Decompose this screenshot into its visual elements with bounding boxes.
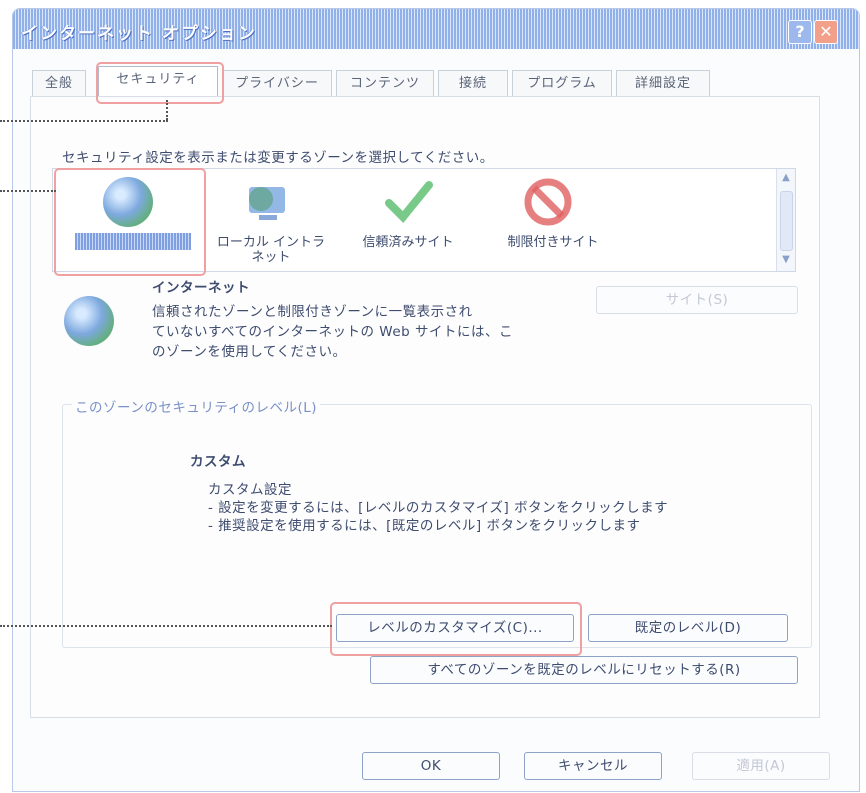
security-level-subheading: カスタム設定 [208,482,292,498]
selected-zone-globe-icon [64,296,114,346]
tab-content[interactable]: コンテンツ [336,70,434,97]
leader-line-customize [0,625,332,627]
scroll-down-icon[interactable]: ▼ [779,254,793,268]
default-level-button[interactable]: 既定のレベル(D) [588,614,788,642]
tab-programs[interactable]: プログラム [512,70,612,97]
scroll-thumb[interactable] [780,191,793,251]
tab-general[interactable]: 全般 [32,70,86,97]
sites-button[interactable]: サイト(S) [596,286,798,314]
apply-button[interactable]: 適用(A) [692,752,830,780]
leader-line-zone [0,190,56,192]
selected-zone-description-line1: 信頼されたゾーンと制限付きゾーンに一覧表示され [152,304,473,320]
tab-advanced[interactable]: 詳細設定 [616,70,710,97]
zone-local-intranet-label: ローカル イントラネット [216,235,326,265]
local-intranet-icon [243,177,293,227]
leader-line-vertical [166,100,168,120]
zone-instruction: セキュリティ設定を表示または変更するゾーンを選択してください。 [62,150,494,166]
tab-security[interactable]: セキュリティ [98,66,218,97]
close-button[interactable]: ✕ [814,20,838,44]
zone-trusted-sites-label: 信頼済みサイト [362,235,454,250]
zone-internet[interactable] [53,169,203,269]
cancel-button[interactable]: キャンセル [524,752,662,780]
tab-connections[interactable]: 接続 [438,70,508,97]
scroll-up-icon[interactable]: ▲ [779,172,793,186]
security-level-group-title: このゾーンのセキュリティのレベル(L) [72,396,321,416]
help-button[interactable]: ? [788,20,812,44]
ok-button[interactable]: OK [362,752,500,780]
zone-local-intranet[interactable]: ローカル イントラネット [203,169,333,269]
security-level-bullet-customize: - 設定を変更するには、[レベルのカスタマイズ] ボタンをクリックします [208,500,669,516]
check-icon [383,177,433,227]
zone-restricted-sites[interactable]: 制限付きサイト [483,169,623,269]
zone-trusted-sites[interactable]: 信頼済みサイト [338,169,478,269]
globe-icon [103,177,153,227]
window-title: インターネット オプション [21,24,257,44]
selected-zone-name: インターネット [152,280,250,296]
zone-list-scrollbar[interactable]: ▲ ▼ [776,169,795,271]
restricted-icon [523,177,573,227]
tab-privacy[interactable]: プライバシー [222,70,332,97]
selected-zone-description-line3: のゾーンを使用してください。 [152,344,347,360]
customize-level-button[interactable]: レベルのカスタマイズ(C)... [336,614,574,642]
reset-all-zones-button[interactable]: すべてのゾーンを既定のレベルにリセットする(R) [370,656,798,684]
security-level-heading: カスタム [190,454,246,470]
security-level-bullet-default: - 推奨設定を使用するには、[既定のレベル] ボタンをクリックします [208,518,641,534]
zone-internet-label-selected [75,233,191,250]
selected-zone-description-line2: ていないすべてのインターネットの Web サイトには、こ [152,324,514,340]
title-bar[interactable]: インターネット オプション ? ✕ [13,9,859,49]
zone-list[interactable]: ローカル イントラネット 信頼済みサイト 制限付きサイト ▲ ▼ [52,168,796,272]
zone-restricted-sites-label: 制限付きサイト [507,235,599,250]
leader-line-tab [0,120,168,122]
